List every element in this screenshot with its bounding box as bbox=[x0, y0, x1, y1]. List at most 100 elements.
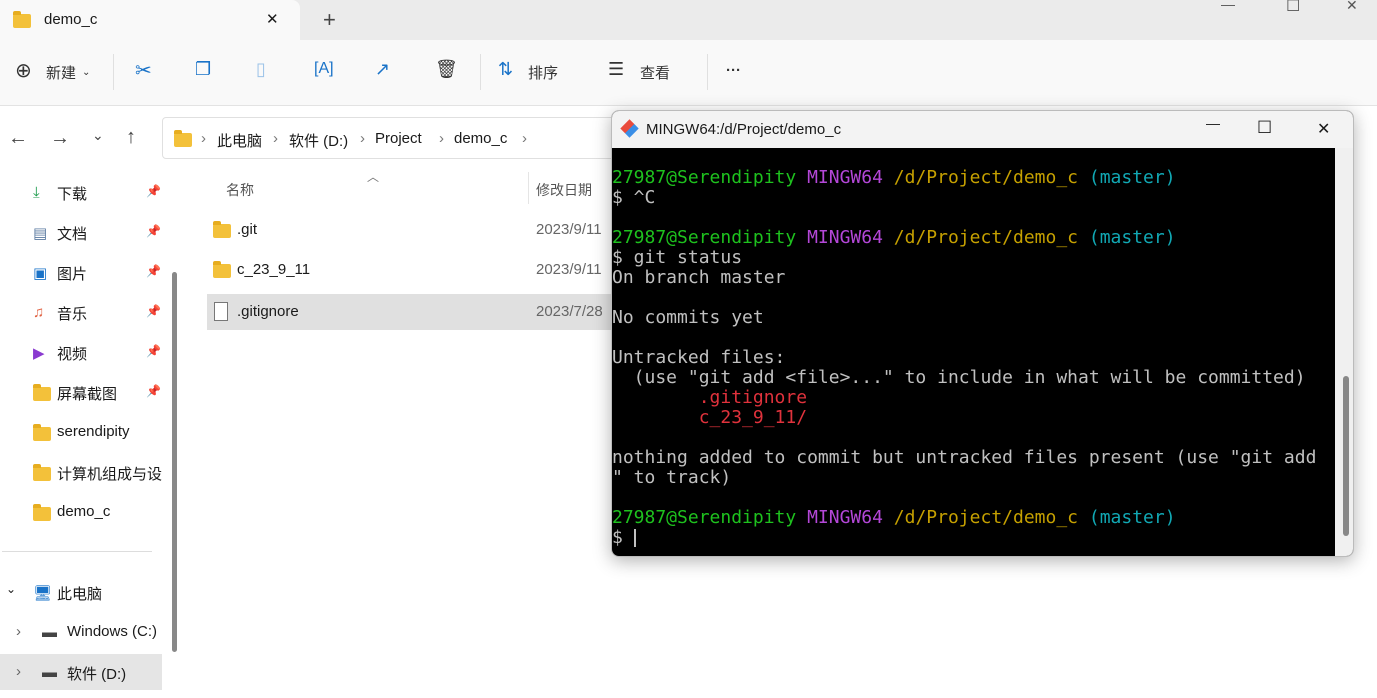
download-icon: ⤓ bbox=[33, 184, 40, 201]
sidebar-item-computer-org[interactable]: 计算机组成与设 bbox=[0, 454, 165, 490]
sidebar-scrollbar[interactable] bbox=[172, 272, 177, 652]
terminal-line: nothing added to commit but untracked fi… bbox=[612, 447, 1317, 468]
pin-icon: 📌 bbox=[146, 304, 161, 318]
scrollbar-thumb[interactable] bbox=[1343, 376, 1349, 536]
terminal-title: MINGW64:/d/Project/demo_c bbox=[646, 121, 842, 138]
view-button[interactable]: 查看 bbox=[640, 62, 670, 83]
label: 屏幕截图 bbox=[57, 386, 118, 403]
video-icon: ▶ bbox=[33, 345, 45, 362]
file-row[interactable]: .git 2023/9/11 bbox=[207, 212, 627, 248]
prompt-line: 27987@Serendipity MINGW64 /d/Project/dem… bbox=[612, 167, 1176, 188]
folder-icon bbox=[33, 504, 51, 521]
sidebar-item-videos[interactable]: ▶ 视频 📌 bbox=[0, 334, 180, 370]
pin-icon: 📌 bbox=[146, 224, 161, 238]
label: 图片 bbox=[57, 266, 88, 283]
sidebar-item-this-pc[interactable]: ⌄ 🖥 此电脑 bbox=[0, 574, 180, 610]
paste-icon[interactable]: ▯ bbox=[256, 59, 266, 80]
terminal-line: Untracked files: bbox=[612, 347, 786, 368]
copy-icon[interactable]: ❐ bbox=[195, 59, 211, 80]
label: 音乐 bbox=[57, 306, 88, 323]
terminal-output[interactable]: 27987@Serendipity MINGW64 /d/Project/dem… bbox=[612, 148, 1335, 556]
file-row[interactable]: .gitignore 2023/7/28 bbox=[207, 294, 627, 330]
label: Windows (C:) bbox=[67, 623, 158, 640]
label: demo_c bbox=[57, 503, 111, 520]
terminal-title-bar[interactable]: MINGW64:/d/Project/demo_c — ☐ ✕ bbox=[612, 111, 1353, 148]
sidebar-item-downloads[interactable]: ⤓ 下载 📌 bbox=[0, 174, 180, 210]
cut-icon[interactable]: ✂ bbox=[135, 58, 152, 83]
label: 计算机组成与设 bbox=[57, 466, 163, 483]
sidebar-item-serendipity[interactable]: serendipity bbox=[0, 414, 180, 450]
recent-button[interactable]: ⌄ bbox=[92, 127, 104, 144]
more-button[interactable]: ··· bbox=[726, 62, 741, 79]
sidebar-item-drive-c[interactable]: › ▬ Windows (C:) bbox=[0, 614, 180, 650]
sidebar-item-drive-d[interactable]: › ▬ 软件 (D:) bbox=[0, 654, 162, 690]
delete-icon[interactable]: 🗑 bbox=[435, 59, 458, 80]
folder-icon bbox=[33, 424, 51, 441]
breadcrumb-item[interactable]: Project bbox=[375, 130, 422, 147]
cursor bbox=[633, 529, 636, 547]
terminal-minimize-button[interactable]: — bbox=[1206, 115, 1220, 131]
sidebar-item-music[interactable]: ♫ 音乐 📌 bbox=[0, 294, 180, 330]
terminal-scrollbar[interactable] bbox=[1335, 148, 1353, 556]
folder-icon bbox=[174, 130, 192, 147]
new-button[interactable]: 新建 bbox=[46, 62, 76, 83]
git-icon bbox=[620, 119, 639, 138]
file-date: 2023/7/28 bbox=[536, 303, 603, 320]
input-line[interactable]: $ bbox=[612, 528, 1335, 548]
column-header-date[interactable]: 修改日期 bbox=[536, 180, 592, 200]
sidebar-item-demo-c[interactable]: demo_c bbox=[0, 494, 180, 530]
chevron-down-icon[interactable]: ⌄ bbox=[6, 582, 16, 596]
share-icon[interactable]: ↗ bbox=[375, 59, 390, 80]
plus-circle-icon: ⊕ bbox=[15, 60, 32, 82]
file-date: 2023/9/11 bbox=[536, 221, 602, 238]
new-tab-button[interactable]: + bbox=[323, 7, 336, 33]
sidebar-item-screenshots[interactable]: 屏幕截图 📌 bbox=[0, 374, 180, 410]
file-name: .git bbox=[237, 221, 258, 238]
back-button[interactable]: ← bbox=[8, 127, 28, 150]
chevron-right-icon[interactable]: › bbox=[16, 663, 21, 680]
breadcrumb-item[interactable]: demo_c bbox=[454, 130, 507, 147]
folder-icon bbox=[33, 464, 51, 481]
breadcrumb-item[interactable]: 软件 (D:) bbox=[289, 130, 348, 151]
column-header-name[interactable]: 名称 bbox=[226, 180, 254, 200]
file-row[interactable]: c_23_9_11 2023/9/11 bbox=[207, 252, 627, 288]
file-name: .gitignore bbox=[237, 303, 299, 320]
terminal-window[interactable]: MINGW64:/d/Project/demo_c — ☐ ✕ 27987@Se… bbox=[611, 110, 1354, 557]
untracked-file: c_23_9_11/ bbox=[612, 407, 808, 428]
pin-icon: 📌 bbox=[146, 264, 161, 278]
file-date: 2023/9/11 bbox=[536, 261, 602, 278]
chevron-down-icon: ⌄ bbox=[82, 67, 91, 78]
sort-button[interactable]: 排序 bbox=[528, 62, 558, 83]
maximize-button[interactable]: ☐ bbox=[1286, 0, 1300, 16]
picture-icon: ▣ bbox=[33, 265, 48, 282]
up-button[interactable]: ↑ bbox=[126, 126, 136, 149]
close-button[interactable]: ✕ bbox=[1346, 0, 1358, 14]
command-bar: ⊕ 新建 ⌄ ✂ ❐ ▯ [A] ↗ 🗑 ⇅ 排序 ☰ 查看 ··· bbox=[0, 40, 1377, 106]
chevron-right-icon[interactable]: › bbox=[16, 623, 21, 640]
pin-icon: 📌 bbox=[146, 344, 161, 358]
label: 软件 (D:) bbox=[67, 666, 127, 683]
file-icon bbox=[214, 302, 228, 321]
rename-icon[interactable]: [A] bbox=[314, 60, 334, 78]
forward-button[interactable]: → bbox=[50, 127, 70, 150]
music-icon: ♫ bbox=[33, 304, 45, 321]
sidebar-item-documents[interactable]: ▤ 文档 📌 bbox=[0, 214, 180, 250]
sidebar-item-pictures[interactable]: ▣ 图片 📌 bbox=[0, 254, 180, 290]
terminal-maximize-button[interactable]: ☐ bbox=[1257, 118, 1272, 138]
terminal-line: $ git status bbox=[612, 247, 743, 268]
tab-demo-c[interactable]: demo_c ✕ bbox=[0, 0, 300, 40]
terminal-line: On branch master bbox=[612, 267, 786, 288]
terminal-close-button[interactable]: ✕ bbox=[1317, 119, 1330, 139]
folder-icon bbox=[33, 384, 51, 401]
minimize-button[interactable]: — bbox=[1221, 0, 1235, 12]
breadcrumb-item[interactable]: 此电脑 bbox=[217, 130, 262, 151]
tab-close-button[interactable]: ✕ bbox=[266, 10, 279, 28]
tab-title: demo_c bbox=[44, 11, 98, 28]
tab-bar: demo_c ✕ + — ☐ ✕ bbox=[0, 0, 1377, 40]
terminal-line: $ ^C bbox=[612, 187, 656, 208]
label: 视频 bbox=[57, 346, 88, 363]
label: 此电脑 bbox=[57, 586, 103, 603]
file-name: c_23_9_11 bbox=[237, 261, 311, 278]
drive-icon: ▬ bbox=[42, 664, 57, 681]
document-icon: ▤ bbox=[33, 225, 48, 242]
